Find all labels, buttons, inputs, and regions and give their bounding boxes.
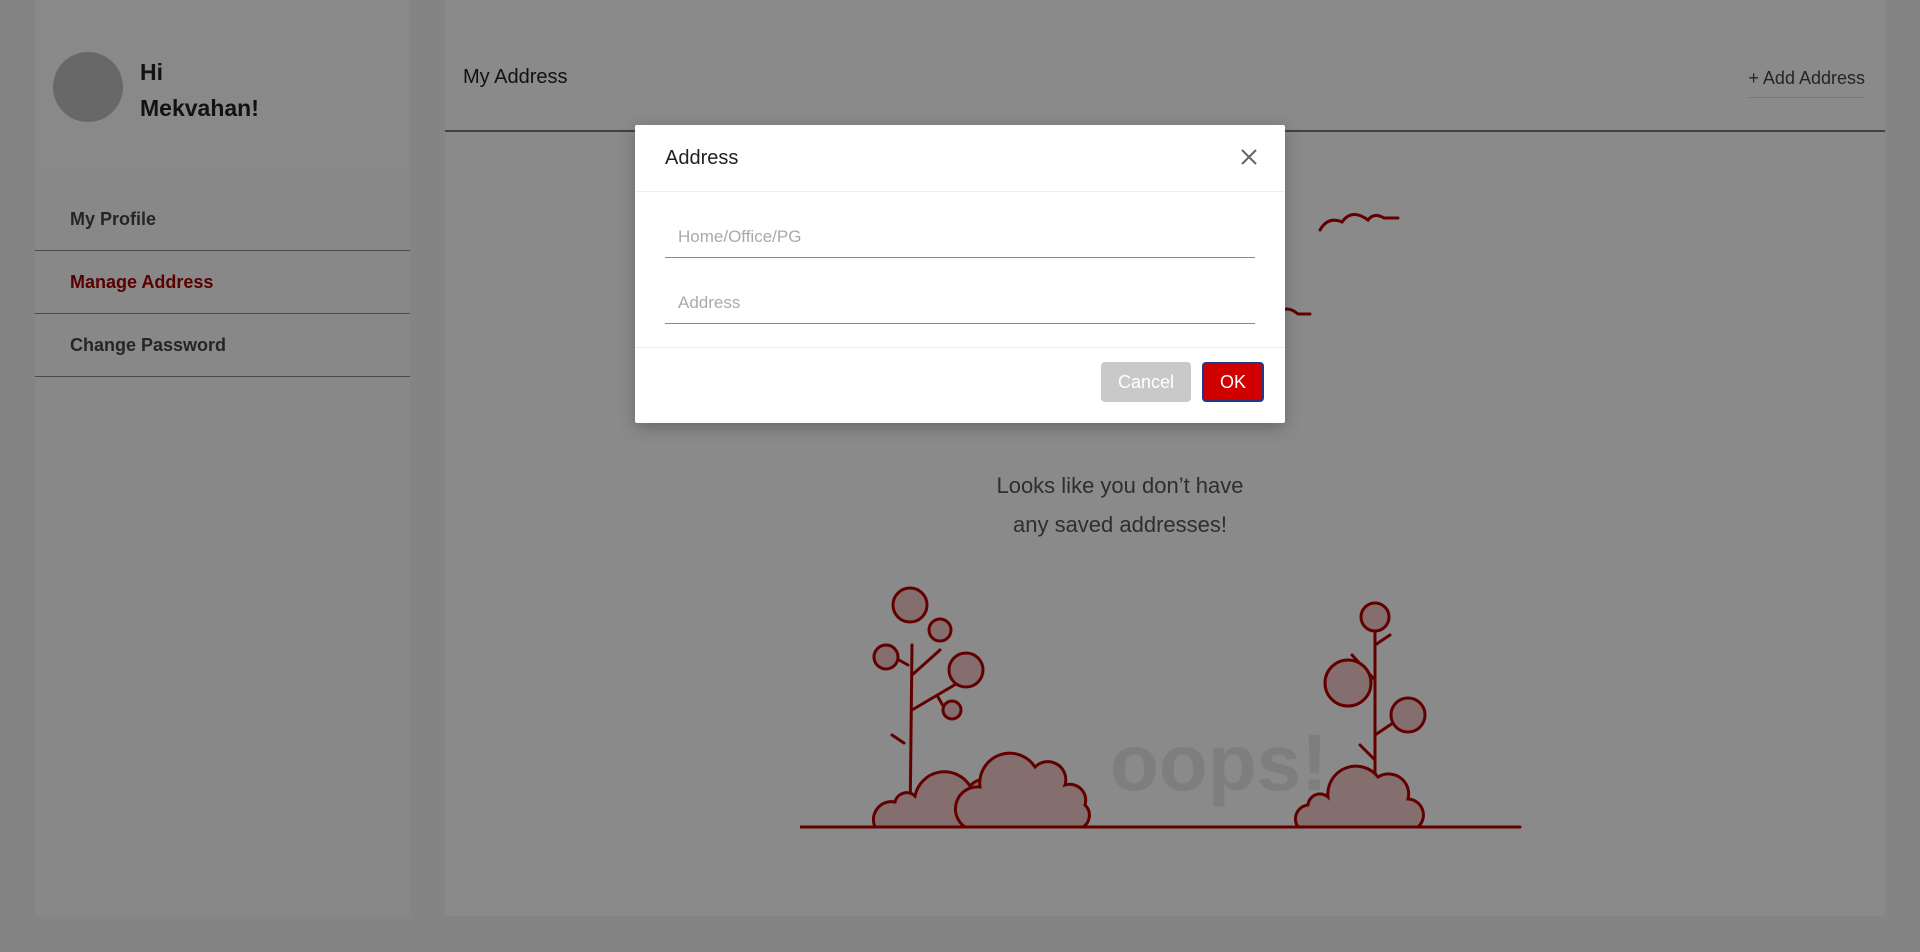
modal-footer: Cancel OK <box>635 348 1285 423</box>
address-type-input[interactable] <box>665 216 1255 258</box>
ok-button[interactable]: OK <box>1202 362 1264 402</box>
close-icon[interactable] <box>1237 145 1261 169</box>
modal-body <box>635 192 1285 348</box>
modal-header: Address <box>635 125 1285 192</box>
address-modal: Address Cancel OK <box>635 125 1285 423</box>
cancel-button[interactable]: Cancel <box>1101 362 1191 402</box>
address-input[interactable] <box>665 282 1255 324</box>
modal-title: Address <box>665 147 739 169</box>
